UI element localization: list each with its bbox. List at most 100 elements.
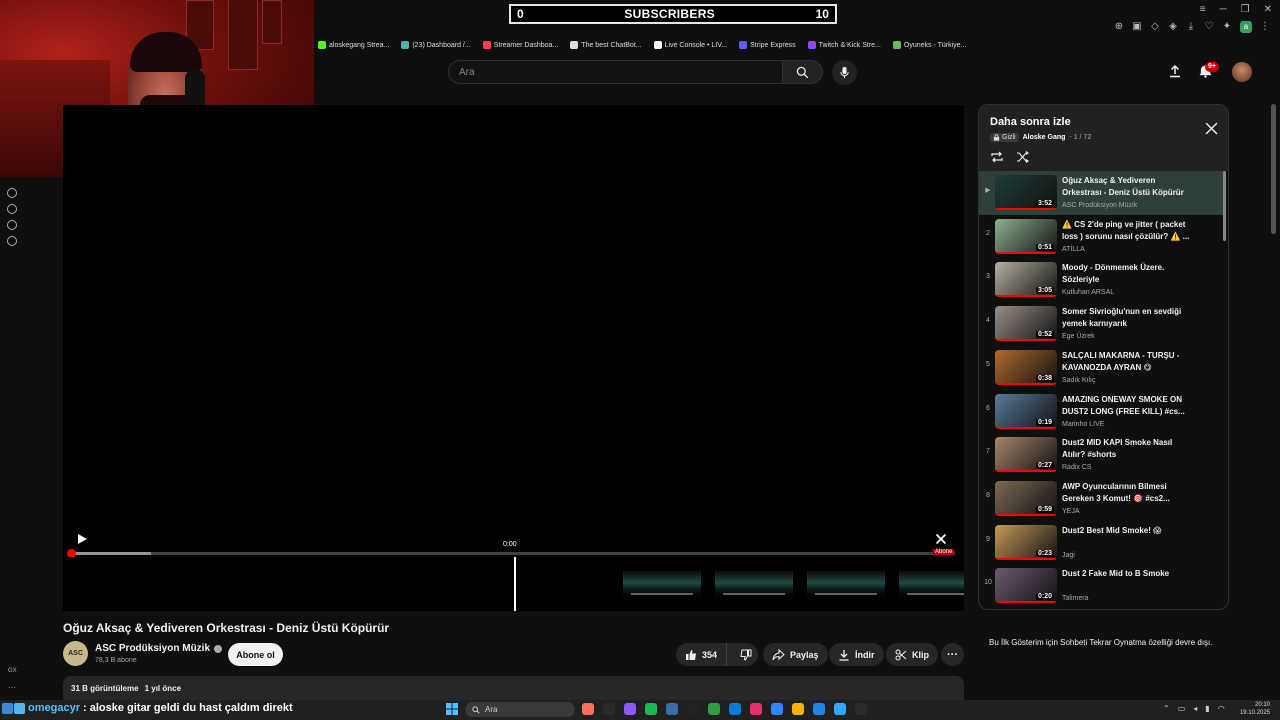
channel-name-link[interactable]: ASC Prodüksiyon Müzik <box>95 643 223 654</box>
taskbar-app-icon[interactable] <box>729 703 741 715</box>
playlist-item-thumbnail[interactable]: 0:52 <box>995 306 1057 342</box>
taskbar-app-icon[interactable] <box>645 703 657 715</box>
bookmark-item[interactable]: Streamer Dashboa... <box>482 41 558 49</box>
taskbar-app-icon[interactable] <box>771 703 783 715</box>
playlist-item-title: Dust2 MID KAPI Smoke Nasıl Atılır? #shor… <box>1062 438 1173 460</box>
bookmark-label: aloskegang Strea... <box>329 41 390 49</box>
taskbar-app-icon[interactable] <box>603 703 615 715</box>
battery-icon[interactable]: ▮ <box>1205 704 1209 713</box>
taskbar-app-icon[interactable] <box>834 703 846 715</box>
taskbar-search[interactable]: Ara <box>465 702 575 717</box>
tray-chevron-icon[interactable]: ⌃ <box>1163 704 1170 713</box>
playlist-item[interactable]: 2 0:51 ⚠️ CS 2'de ping ve jitter ( packet … <box>979 215 1224 259</box>
like-button[interactable]: 354 <box>676 643 728 666</box>
bookmark-item[interactable]: Stripe Express <box>739 41 796 49</box>
playlist-item-thumbnail[interactable]: 3:52 <box>995 175 1057 210</box>
wifi-icon[interactable]: ◠ <box>1218 704 1225 713</box>
playlist-item-thumbnail[interactable]: 0:27 <box>995 437 1057 473</box>
page-scrollbar[interactable] <box>1271 104 1276 234</box>
bookmark-item[interactable]: The best ChatBot... <box>570 41 642 49</box>
taskbar-app-icon[interactable] <box>666 703 678 715</box>
shuffle-icon[interactable] <box>1016 151 1030 163</box>
playlist-item-thumbnail[interactable]: 0:51 <box>995 218 1057 254</box>
playlist-item[interactable]: 8 0:59 AWP Oyuncularının Bilmesi Gereken 3… <box>979 477 1224 521</box>
taskbar-app-icon[interactable] <box>855 703 867 715</box>
playlist-title[interactable]: Daha sonra izle <box>990 116 1071 128</box>
subscribe-button[interactable]: Abone ol <box>228 643 283 666</box>
puzzle-icon[interactable]: ✦ <box>1222 21 1232 33</box>
taskbar-app-icon[interactable] <box>687 703 699 715</box>
playlist-item-thumbnail[interactable]: 0:23 <box>995 524 1057 560</box>
playlist-item[interactable]: 9 0:23 Dust2 Best Mid Smoke! 😱 Jagi <box>979 521 1224 565</box>
history-icon[interactable] <box>7 204 17 214</box>
account-avatar[interactable] <box>1232 62 1252 82</box>
share-icon[interactable]: ◇ <box>1150 21 1160 33</box>
taskbar-clock[interactable]: 20:10 19.10.2025 <box>1232 701 1270 717</box>
network-icon[interactable]: ▭ <box>1178 704 1186 713</box>
playlist-item[interactable]: 5 0:38 SALÇALI MAKARNA - TURŞU - KAVANOZDA… <box>979 346 1224 390</box>
bookmark-item[interactable]: aloskegang Strea... <box>318 41 389 49</box>
zoom-icon[interactable]: ⊕ <box>1114 21 1124 33</box>
close-window-icon[interactable]: ✕ <box>1264 4 1272 15</box>
playlist-item-thumbnail[interactable]: 0:20 <box>995 568 1057 604</box>
window-menu-icon[interactable]: ≡ <box>1200 4 1206 15</box>
bookmark-item[interactable]: (23) Dashboard /... <box>401 41 471 49</box>
home-icon[interactable] <box>7 188 17 198</box>
chat-message: : aloske gitar geldi du hast çaldım dire… <box>82 702 293 714</box>
taskbar-app-icon[interactable] <box>792 703 804 715</box>
shield-icon[interactable]: ◈ <box>1168 21 1178 33</box>
playlist-item[interactable]: 4 0:52 Somer Sivrioğlu'nun en sevdiği yeme… <box>979 302 1224 346</box>
watch-later-icon[interactable] <box>7 220 17 230</box>
download-button[interactable]: İndir <box>829 643 884 666</box>
play-button[interactable] <box>76 532 88 550</box>
playlist-item[interactable]: 10 0:20 Dust 2 Fake Mid to B Smoke Talimera <box>979 564 1224 608</box>
playlist-item[interactable]: ▶ 3:52 Oğuz Aksaç & Yediveren Orkestrası -… <box>979 171 1224 215</box>
taskbar-app-icon[interactable] <box>813 703 825 715</box>
playlist-item[interactable]: EN HIZLI STATTRAK KASMA <box>979 608 1224 609</box>
taskbar-app-icon[interactable] <box>624 703 636 715</box>
bookmark-item[interactable]: Oyuneks - Türkiye... <box>892 41 966 49</box>
maximize-icon[interactable]: ❐ <box>1241 4 1250 15</box>
bookmark-item[interactable]: Live Console • LIV... <box>653 41 727 49</box>
download-icon[interactable]: ⤓ <box>1186 21 1196 33</box>
playlist-item-thumbnail[interactable]: 3:05 <box>995 262 1057 298</box>
browser-menu-icon[interactable]: ⋮ <box>1260 21 1270 33</box>
dislike-button[interactable] <box>732 643 760 666</box>
profile-avatar-icon[interactable]: a <box>1240 21 1252 33</box>
extension-icon[interactable]: ▣ <box>1132 21 1142 33</box>
clip-label: Klip <box>912 649 929 660</box>
share-button[interactable]: Paylaş <box>763 643 828 666</box>
taskbar-app-icon[interactable] <box>582 703 594 715</box>
playlist-owner[interactable]: Aloske Gang <box>1023 134 1066 141</box>
settings-icon[interactable] <box>7 236 17 246</box>
minimize-icon[interactable]: ─ <box>1220 4 1227 15</box>
taskbar-app-icon[interactable] <box>708 703 720 715</box>
windows-start-icon[interactable] <box>446 703 458 715</box>
bookmark-item[interactable]: Twitch & Kick Stre... <box>807 41 881 49</box>
voice-search-button[interactable] <box>832 60 857 85</box>
search-input[interactable]: Ara <box>448 60 783 84</box>
playlist-item[interactable]: 3 3:05 Moody - Dönmemek Üzere. Sözleriyle K… <box>979 258 1224 302</box>
video-player[interactable]: 0:00 Abone <box>63 105 964 611</box>
create-button[interactable] <box>1168 64 1182 83</box>
bookmark-star-icon[interactable]: ♡ <box>1204 21 1214 33</box>
clip-button[interactable]: Klip <box>886 643 938 666</box>
playlist-scrollbar[interactable] <box>1223 171 1226 241</box>
progress-bar[interactable] <box>67 549 955 558</box>
taskbar-app-icon[interactable] <box>750 703 762 715</box>
volume-icon[interactable]: ◂ <box>1193 704 1197 713</box>
close-player-button[interactable] <box>935 532 947 550</box>
sidebar-more-icon[interactable]: ··· <box>8 683 16 692</box>
search-button[interactable] <box>783 60 823 84</box>
playlist-item[interactable]: 6 0:19 AMAZING ONEWAY SMOKE ON DUST2 LONG … <box>979 390 1224 434</box>
more-actions-button[interactable]: ··· <box>941 643 964 666</box>
playlist-position: - 1 / 72 <box>1069 134 1092 141</box>
playlist-item-thumbnail[interactable]: 0:38 <box>995 349 1057 385</box>
channel-avatar[interactable]: ASC <box>63 641 88 666</box>
playlist-item-thumbnail[interactable]: 0:19 <box>995 393 1057 429</box>
playlist-item-thumbnail[interactable]: 0:59 <box>995 480 1057 516</box>
sidebar-bottom-icon[interactable]: GX <box>8 668 17 674</box>
close-playlist-button[interactable] <box>1205 122 1218 140</box>
loop-icon[interactable] <box>990 151 1004 163</box>
playlist-item[interactable]: 7 0:27 Dust2 MID KAPI Smoke Nasıl Atılır? … <box>979 433 1224 477</box>
